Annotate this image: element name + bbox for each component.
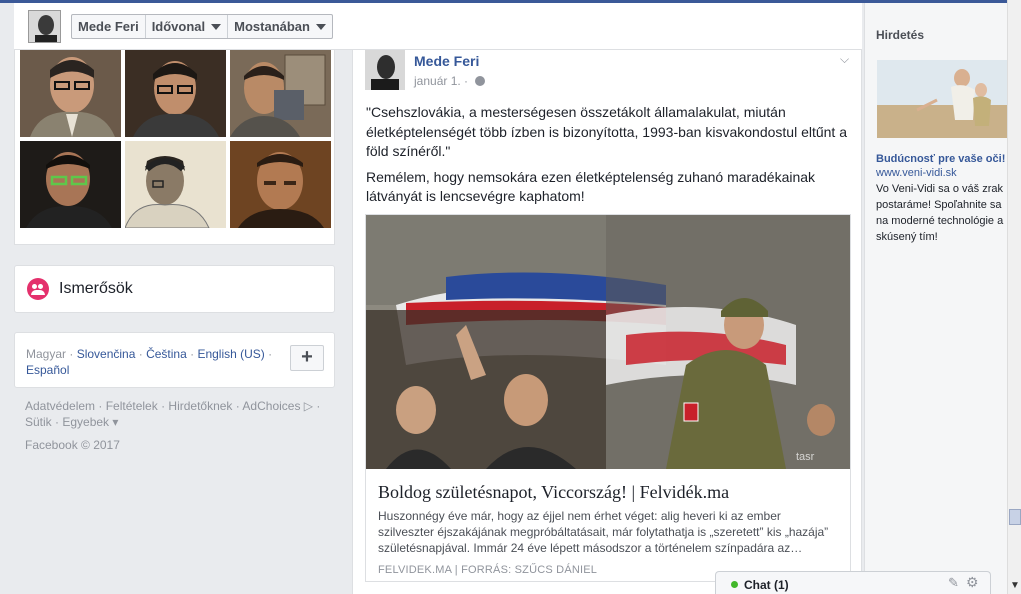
plus-icon[interactable]: +: [290, 345, 324, 371]
post-body: "Csehszlovákia, a mesterségesen összeták…: [366, 103, 851, 213]
profile-avatar[interactable]: [28, 10, 61, 43]
timeline-nav: Mede Feri Idővonal Mostanában: [71, 14, 333, 39]
ad-title[interactable]: Budúcnosť pre vaše oči!: [876, 153, 1016, 165]
post-paragraph: "Csehszlovákia, a mesterségesen összeták…: [366, 104, 847, 159]
post-date: január 1. ·: [414, 74, 469, 88]
post-author-name[interactable]: Mede Feri: [414, 53, 479, 69]
photos-grid: [14, 50, 335, 245]
timeline-dropdown[interactable]: Idővonal: [146, 15, 229, 38]
language-list: Magyar · Slovenčina · Čeština · English …: [26, 347, 273, 377]
edit-icon[interactable]: ✎: [948, 575, 959, 591]
language-link-czech[interactable]: Čeština: [146, 347, 187, 361]
name-button[interactable]: Mede Feri: [72, 15, 146, 38]
friends-label: Ismerősök: [59, 280, 133, 297]
right-sidebar: Hirdetés Budúcnosť pre vaše oči! www.ven…: [864, 3, 1008, 594]
link-source: FELVIDEK.MA | FORRÁS: SZŰCS DÁNIEL: [378, 564, 598, 576]
ad-body: Vo Veni-Vidi sa o váš zrak postaráme! Sp…: [876, 183, 1004, 243]
scroll-down-arrow-icon[interactable]: ▼: [1010, 580, 1020, 591]
post-author-avatar[interactable]: [365, 50, 405, 90]
gear-icon[interactable]: ⚙: [966, 574, 979, 591]
chat-label: Chat (1): [744, 578, 789, 592]
language-link-english[interactable]: English (US): [197, 347, 264, 361]
svg-text:tasr: tasr: [796, 451, 815, 463]
language-selector: Magyar · Slovenčina · Čeština · English …: [14, 332, 335, 388]
chevron-down-icon: [315, 23, 326, 30]
copyright: Facebook © 2017: [25, 438, 120, 452]
photo-thumbnail[interactable]: [230, 141, 331, 228]
chevron-down-icon[interactable]: ⌵: [840, 52, 849, 67]
timeline-post: Mede Feri január 1. · ⌵ "Csehszlovákia, …: [352, 50, 862, 594]
link-preview-image[interactable]: tasr: [366, 215, 850, 469]
photo-thumbnail[interactable]: [125, 141, 226, 228]
post-timestamp[interactable]: január 1. ·: [414, 74, 486, 88]
globe-icon: [475, 76, 486, 86]
ad-image[interactable]: [877, 60, 1008, 138]
photo-thumbnail[interactable]: [20, 50, 121, 137]
page-scrollbar[interactable]: [1007, 0, 1021, 594]
current-language: Magyar: [26, 347, 67, 361]
chevron-down-icon: [211, 23, 222, 30]
friends-card[interactable]: Ismerősök: [14, 265, 335, 313]
photo-thumbnail[interactable]: [230, 50, 331, 137]
ads-heading: Hirdetés: [876, 28, 925, 42]
footer-links[interactable]: Adatvédelem · Feltételek · Hirdetőknek ·…: [25, 398, 330, 430]
ad-url[interactable]: www.veni-vidi.sk: [876, 167, 957, 179]
photo-thumbnail[interactable]: [125, 50, 226, 137]
language-link-spanish[interactable]: Español: [26, 363, 69, 377]
recent-dropdown[interactable]: Mostanában: [228, 15, 332, 38]
photo-thumbnail[interactable]: [20, 141, 121, 228]
scrollbar-thumb[interactable]: [1009, 509, 1021, 525]
link-description: Huszonnégy éve már, hogy az éjjel nem ér…: [378, 509, 829, 555]
post-paragraph: Remélem, hogy nemsokára ezen életképtele…: [366, 168, 816, 205]
link-title[interactable]: Boldog születésnapot, Viccország! | Felv…: [378, 482, 838, 503]
language-link-slovak[interactable]: Slovenčina: [77, 347, 136, 361]
online-status-icon: [731, 581, 738, 588]
friends-icon: [27, 278, 49, 300]
link-preview-card[interactable]: tasr Boldog születésnapot, Viccország! |…: [365, 214, 851, 582]
timeline-header: Mede Feri Idővonal Mostanában: [14, 3, 862, 50]
chat-bar[interactable]: Chat (1) ✎ ⚙: [715, 571, 991, 594]
